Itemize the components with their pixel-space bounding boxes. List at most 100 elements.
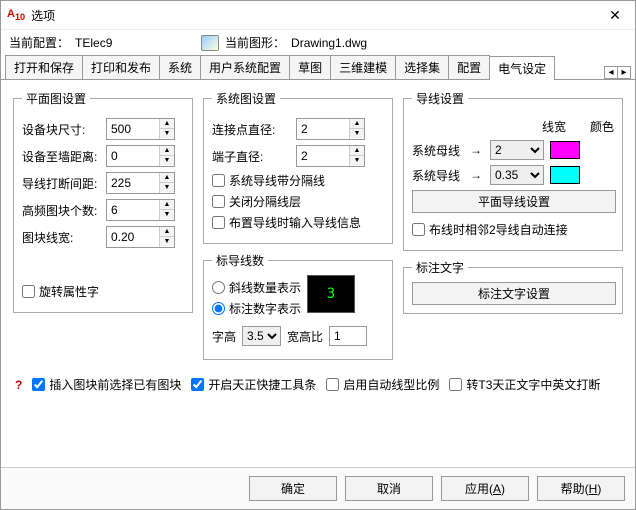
help-icon[interactable]: ? xyxy=(15,378,22,392)
spin-up-icon[interactable]: ▲ xyxy=(160,146,174,156)
tab-config[interactable]: 配置 xyxy=(448,55,490,79)
plan-wire-settings-button[interactable]: 平面导线设置 xyxy=(412,190,616,213)
t3break-check[interactable]: 转T3天正文字中英文打断 xyxy=(449,376,600,393)
block-lw-input[interactable]: ▲▼ xyxy=(106,226,175,248)
tab-electrical[interactable]: 电气设定 xyxy=(489,56,555,80)
tab-user-pref[interactable]: 用户系统配置 xyxy=(200,55,290,79)
color-header: 颜色 xyxy=(590,118,614,135)
spin-up-icon[interactable]: ▲ xyxy=(350,119,364,129)
syswire-color-swatch[interactable] xyxy=(550,166,580,184)
preselect-checkbox[interactable] xyxy=(32,378,45,391)
digit-count-radiobox[interactable] xyxy=(212,302,225,315)
tab-draft[interactable]: 草图 xyxy=(289,55,331,79)
wire-info-label: 布置导线时输入导线信息 xyxy=(229,214,361,231)
group-wire-settings: 导线设置 线宽 颜色 系统母线 → 2 系统导线 → 0.35 平面导线 xyxy=(403,90,623,251)
current-drawing-label: 当前图形： xyxy=(225,34,285,51)
spin-down-icon[interactable]: ▼ xyxy=(160,237,174,246)
toolbar-check[interactable]: 开启天正快捷工具条 xyxy=(191,376,316,393)
block-size-field[interactable] xyxy=(107,119,159,139)
group-plan-legend: 平面图设置 xyxy=(22,90,90,107)
spin-up-icon[interactable]: ▲ xyxy=(160,227,174,237)
autoscale-check[interactable]: 启用自动线型比例 xyxy=(326,376,439,393)
apply-button[interactable]: 应用(A) xyxy=(441,476,529,501)
break-gap-label: 导线打断间距: xyxy=(22,175,100,192)
preselect-label: 插入图块前选择已有图块 xyxy=(49,376,181,393)
busbar-label: 系统母线 xyxy=(412,142,462,159)
term-dia-field[interactable] xyxy=(297,146,349,166)
hf-count-field[interactable] xyxy=(107,200,159,220)
label-text-settings-button[interactable]: 标注文字设置 xyxy=(412,282,616,305)
wall-dist-input[interactable]: ▲▼ xyxy=(106,145,175,167)
current-profile-label: 当前配置： xyxy=(9,34,69,51)
t3break-label: 转T3天正文字中英文打断 xyxy=(466,376,600,393)
conn-dia-label: 连接点直径: xyxy=(212,121,290,138)
auto-connect-checkbox[interactable] xyxy=(412,223,425,236)
conn-dia-field[interactable] xyxy=(297,119,349,139)
tab-selset[interactable]: 选择集 xyxy=(395,55,449,79)
rotate-attr-label: 旋转属性字 xyxy=(39,283,99,300)
tab-open-save[interactable]: 打开和保存 xyxy=(5,55,83,79)
slash-count-radio[interactable]: 斜线数量表示 xyxy=(212,279,301,296)
close-layer-checkbox[interactable] xyxy=(212,195,225,208)
hf-count-input[interactable]: ▲▼ xyxy=(106,199,175,221)
autoscale-label: 启用自动线型比例 xyxy=(343,376,439,393)
app-icon: A10 xyxy=(7,8,25,22)
tab-system[interactable]: 系统 xyxy=(159,55,201,79)
wire-info-checkbox[interactable] xyxy=(212,216,225,229)
rotate-attr-check[interactable]: 旋转属性字 xyxy=(22,283,184,300)
close-layer-check[interactable]: 关闭分隔线层 xyxy=(212,193,384,210)
break-gap-input[interactable]: ▲▼ xyxy=(106,172,175,194)
term-dia-input[interactable]: ▲▼ xyxy=(296,145,365,167)
slash-count-radiobox[interactable] xyxy=(212,281,225,294)
rotate-attr-checkbox[interactable] xyxy=(22,285,35,298)
group-wire-legend: 导线设置 xyxy=(412,90,468,107)
spin-up-icon[interactable]: ▲ xyxy=(160,173,174,183)
config-bar: 当前配置： TElec9 当前图形： Drawing1.dwg xyxy=(1,30,635,55)
auto-connect-check[interactable]: 布线时相邻2导线自动连接 xyxy=(412,221,614,238)
window-title: 选项 xyxy=(31,7,601,24)
wire-sep-check[interactable]: 系统导线带分隔线 xyxy=(212,172,384,189)
block-size-input[interactable]: ▲▼ xyxy=(106,118,175,140)
spin-down-icon[interactable]: ▼ xyxy=(350,129,364,138)
wire-info-check[interactable]: 布置导线时输入导线信息 xyxy=(212,214,384,231)
close-icon[interactable]: ✕ xyxy=(601,7,629,24)
wire-sep-checkbox[interactable] xyxy=(212,174,225,187)
tab-content-electrical: 平面图设置 设备块尺寸: ▲▼ 设备至墙距离: ▲▼ 导线打断间距: ▲▼ 高频… xyxy=(1,80,635,467)
spin-down-icon[interactable]: ▼ xyxy=(160,210,174,219)
busbar-color-swatch[interactable] xyxy=(550,141,580,159)
busbar-lw-select[interactable]: 2 xyxy=(490,140,544,160)
digit-count-radio[interactable]: 标注数字表示 xyxy=(212,300,301,317)
help-button[interactable]: 帮助(H) xyxy=(537,476,625,501)
tab-scroll-left[interactable]: ◂ xyxy=(605,67,617,78)
cancel-button[interactable]: 取消 xyxy=(345,476,433,501)
break-gap-field[interactable] xyxy=(107,173,159,193)
spin-down-icon[interactable]: ▼ xyxy=(350,156,364,165)
syswire-lw-select[interactable]: 0.35 xyxy=(490,165,544,185)
t3break-checkbox[interactable] xyxy=(449,378,462,391)
tab-print-publish[interactable]: 打印和发布 xyxy=(82,55,160,79)
wire-sep-label: 系统导线带分隔线 xyxy=(229,172,325,189)
preselect-check[interactable]: 插入图块前选择已有图块 xyxy=(32,376,181,393)
spin-down-icon[interactable]: ▼ xyxy=(160,156,174,165)
conn-dia-input[interactable]: ▲▼ xyxy=(296,118,365,140)
ratio-label: 宽高比 xyxy=(287,328,323,345)
ok-button[interactable]: 确定 xyxy=(249,476,337,501)
toolbar-checkbox[interactable] xyxy=(191,378,204,391)
spin-down-icon[interactable]: ▼ xyxy=(160,129,174,138)
group-system-settings: 系统图设置 连接点直径: ▲▼ 端子直径: ▲▼ 系统导线带分隔线 关闭分隔线层… xyxy=(203,90,393,244)
spin-up-icon[interactable]: ▲ xyxy=(350,146,364,156)
spin-up-icon[interactable]: ▲ xyxy=(160,200,174,210)
tab-3d[interactable]: 三维建模 xyxy=(330,55,396,79)
group-label-text: 标注文字 标注文字设置 xyxy=(403,259,623,314)
digit-count-label: 标注数字表示 xyxy=(229,300,301,317)
tab-bar: 打开和保存 打印和发布 系统 用户系统配置 草图 三维建模 选择集 配置 电气设… xyxy=(1,55,635,80)
spin-up-icon[interactable]: ▲ xyxy=(160,119,174,129)
autoscale-checkbox[interactable] xyxy=(326,378,339,391)
wall-dist-field[interactable] xyxy=(107,146,159,166)
tab-scroll-right[interactable]: ▸ xyxy=(617,67,630,78)
spin-down-icon[interactable]: ▼ xyxy=(160,183,174,192)
term-dia-label: 端子直径: xyxy=(212,148,290,165)
ratio-input[interactable] xyxy=(329,326,367,346)
font-height-select[interactable]: 3.5 xyxy=(242,326,281,346)
block-lw-field[interactable] xyxy=(107,227,159,247)
